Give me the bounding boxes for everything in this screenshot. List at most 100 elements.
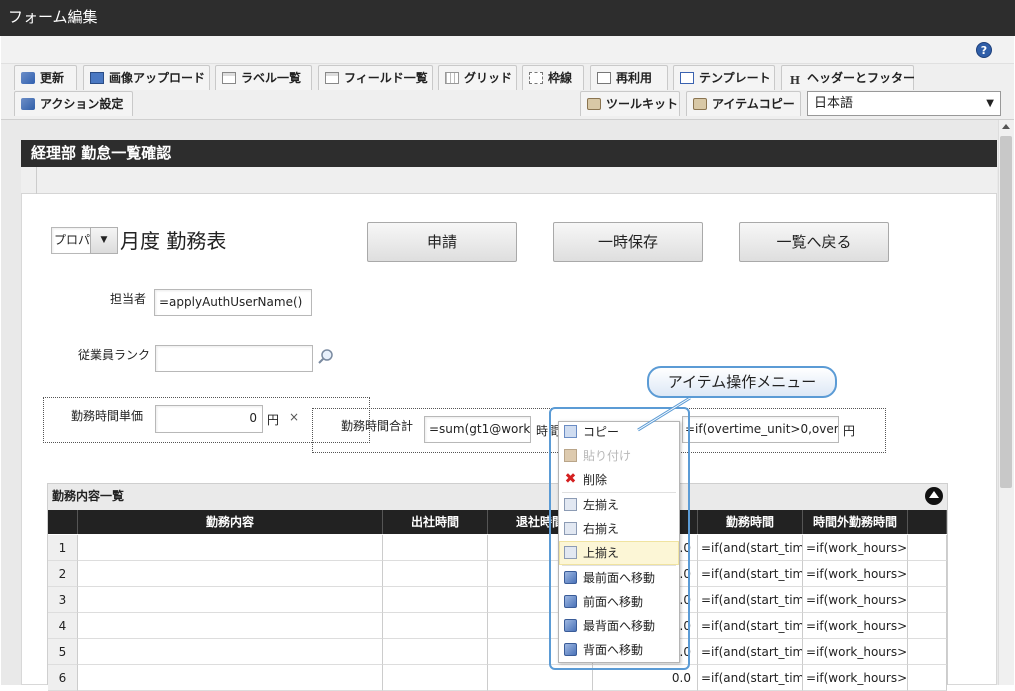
tab-label: アクション設定 [40, 97, 124, 111]
table-cell[interactable]: =if(and(start_time> [698, 561, 803, 587]
tantou-label: 担当者 [110, 292, 147, 306]
yen-label: 円 [267, 413, 280, 427]
tab-label: テンプレート [699, 71, 771, 85]
table-cell[interactable]: =if(and(start_time> [698, 639, 803, 665]
table-cell[interactable] [908, 613, 947, 639]
table-cell[interactable] [383, 535, 488, 561]
help-icon[interactable]: ? [976, 42, 992, 58]
apply-button[interactable]: 申請 [367, 222, 517, 262]
tab-label: フィールド一覧 [344, 71, 428, 85]
table-header: 時間外勤務時間 [803, 510, 908, 534]
rank-label: 従業員ランク [78, 348, 151, 362]
tab-label: ツールキット [606, 97, 679, 111]
language-value: 日本語 [814, 96, 854, 111]
tab-item-copy[interactable]: アイテムコピー [686, 91, 801, 116]
table-header-rownum [48, 510, 78, 534]
tab-grid[interactable]: グリッド [438, 65, 517, 90]
tab-image-upload[interactable]: 画像アップロード [83, 65, 210, 90]
table-cell[interactable]: =if(work_hours>8, [803, 665, 908, 691]
multiply-sign: × [289, 410, 300, 424]
image-upload-icon [90, 72, 104, 84]
tab-label-list[interactable]: ラベル一覧 [215, 65, 312, 90]
unit-price-field[interactable]: 0 [155, 405, 263, 433]
table-cell[interactable]: =if(work_hours>8, [803, 639, 908, 665]
scroll-thumb[interactable] [1000, 136, 1012, 488]
table-header-spacer [908, 510, 947, 534]
overtime-field[interactable]: =if(overtime_unit>0,overti [682, 416, 839, 443]
tab-label: ラベル一覧 [241, 71, 302, 85]
table-cell[interactable]: =if(and(start_time> [698, 587, 803, 613]
year-select[interactable]: プロパ [51, 227, 91, 254]
table-cell[interactable] [78, 665, 383, 691]
table-cell[interactable] [383, 639, 488, 665]
template-icon [680, 72, 694, 84]
row-number: 2 [48, 561, 78, 587]
table-cell[interactable] [78, 613, 383, 639]
menu-highlight-frame [549, 407, 690, 670]
language-select[interactable]: 日本語 ▼ [807, 91, 1001, 116]
tab-label: アイテムコピー [712, 97, 795, 111]
collapse-icon[interactable] [925, 487, 943, 505]
unit-price-label: 勤務時間単価 [71, 409, 144, 423]
table-cell[interactable]: =if(work_hours>8, [803, 535, 908, 561]
search-icon[interactable] [317, 348, 335, 366]
form-header: 経理部 勤怠一覧確認 [21, 140, 997, 167]
tab-label: 更新 [40, 71, 65, 85]
table-cell[interactable] [383, 561, 488, 587]
item-copy-icon [693, 98, 707, 110]
window-title: フォーム編集 [0, 0, 1015, 36]
back-to-list-button[interactable]: 一覧へ戻る [739, 222, 889, 262]
table-cell[interactable] [908, 561, 947, 587]
grid-icon [445, 72, 459, 84]
overtime-yen-label: 円 [843, 424, 856, 438]
table-cell[interactable]: =if(work_hours>8, [803, 561, 908, 587]
scroll-up-icon[interactable] [1002, 124, 1010, 129]
tab-label: ヘッダーとフッター [807, 71, 916, 85]
tab-update[interactable]: 更新 [14, 65, 77, 90]
tab-template[interactable]: テンプレート [673, 65, 775, 90]
tab-field-list[interactable]: フィールド一覧 [318, 65, 433, 90]
form-title: 月度 勤務表 [120, 229, 227, 253]
work-table-caption: 勤務内容一覧 [48, 484, 947, 510]
table-cell[interactable] [908, 665, 947, 691]
row-number: 4 [48, 613, 78, 639]
total-hours-field[interactable]: =sum(gt1@work_ [424, 416, 531, 443]
tab-label: グリッド [464, 71, 513, 85]
table-cell[interactable] [78, 535, 383, 561]
rank-field[interactable] [155, 345, 313, 372]
tab-label: 画像アップロード [109, 71, 206, 85]
reuse-icon [597, 72, 611, 84]
table-cell[interactable] [908, 535, 947, 561]
dropdown-arrow-icon: ▼ [986, 98, 994, 109]
table-cell[interactable] [383, 665, 488, 691]
table-header: 出社時間 [383, 510, 488, 534]
table-cell[interactable] [383, 613, 488, 639]
table-cell[interactable]: =if(work_hours>8, [803, 613, 908, 639]
tab-action-settings[interactable]: アクション設定 [14, 91, 133, 116]
row-number: 3 [48, 587, 78, 613]
row-number: 5 [48, 639, 78, 665]
toolkit-icon [587, 98, 601, 110]
table-cell[interactable] [78, 639, 383, 665]
table-header: 勤務内容 [78, 510, 383, 534]
tab-label: 枠線 [548, 71, 573, 85]
year-dropdown-button[interactable]: ▼ [90, 227, 118, 254]
tab-toolkit[interactable]: ツールキット [580, 91, 680, 116]
tab-frame-line[interactable]: 枠線 [522, 65, 584, 90]
table-cell[interactable] [383, 587, 488, 613]
table-cell[interactable] [78, 561, 383, 587]
divider [36, 167, 37, 194]
table-cell[interactable]: =if(and(start_time> [698, 535, 803, 561]
tab-reuse[interactable]: 再利用 [590, 65, 668, 90]
table-cell[interactable] [908, 587, 947, 613]
tantou-field[interactable]: =applyAuthUserName() [154, 289, 312, 316]
table-cell[interactable] [908, 639, 947, 665]
callout-label: アイテム操作メニュー [647, 366, 837, 398]
table-cell[interactable]: =if(work_hours>8, [803, 587, 908, 613]
table-cell[interactable]: =if(and(start_time> [698, 665, 803, 691]
temp-save-button[interactable]: 一時保存 [553, 222, 703, 262]
table-cell[interactable] [78, 587, 383, 613]
tab-header-footer[interactable]: H ヘッダーとフッター [781, 65, 916, 90]
form-subbar [21, 167, 997, 194]
table-cell[interactable]: =if(and(start_time> [698, 613, 803, 639]
